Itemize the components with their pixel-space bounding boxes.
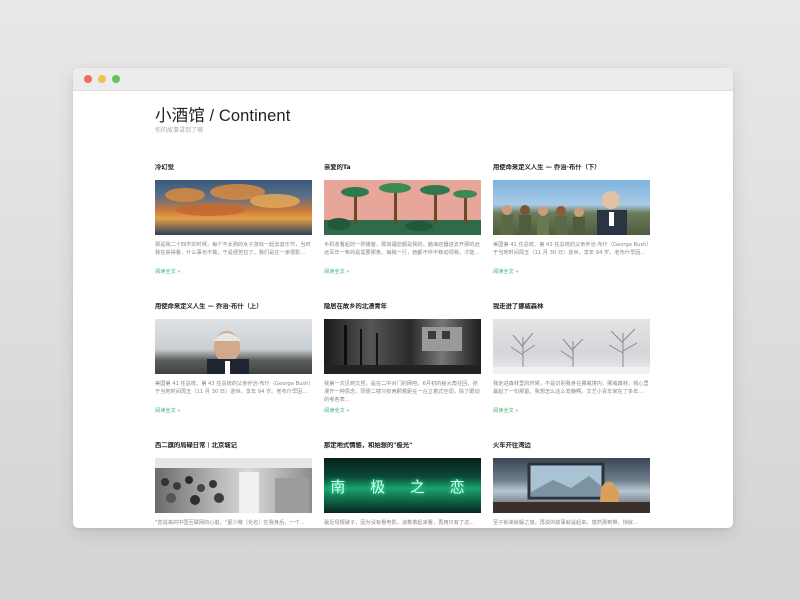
article-card: 我走进了挪威森林 我走进森林里的时候，不是识别我身在挪威境内，挪威森林，我心里最…: [493, 303, 650, 415]
article-title[interactable]: 隐居在故乡的北漂青年: [324, 303, 481, 312]
article-title[interactable]: 我走进了挪威森林: [493, 303, 650, 312]
article-title[interactable]: 西二旗的局碌日常｜北京城记: [155, 442, 312, 451]
article-excerpt: 美国第 41 任总统、第 43 任总统的父亲乔治·布什（George Bush）…: [155, 381, 311, 395]
window-titlebar: [73, 68, 733, 91]
article-image[interactable]: [155, 319, 312, 374]
portrait-illustration: [207, 331, 249, 374]
maximize-window-button[interactable]: [112, 75, 120, 83]
article-title[interactable]: 火车开往湾边: [493, 442, 650, 451]
article-excerpt: 我走进森林里的时候，不是识别我身在挪威境内，挪威森林，我心里最起了一句那首，我想…: [493, 381, 649, 395]
article-excerpt: 那是我二十四岁的时候，每个不太熟的女子游戏一起去音乐节，当时我在来得看，什么事也…: [155, 242, 311, 256]
article-image[interactable]: [155, 180, 312, 235]
read-more-link[interactable]: 阅读全文 »: [324, 269, 481, 276]
article-card: 火车开往湾边 至子就来就解之旅，再说的故事就是起来，悠然那到带，惊就...: [493, 442, 650, 528]
snow-forest-illustration: [493, 328, 650, 374]
read-more-link[interactable]: 阅读全文 »: [493, 408, 650, 415]
article-card: 西二旗的局碌日常｜北京城记 "您说来的中国互联网的心脏。"夏少微（化名）在我身后…: [155, 442, 312, 528]
article-image[interactable]: 南 极 之 恋: [324, 458, 481, 513]
article-excerpt: 最近母报破子，因为没有看电影，谈着着起来看，再用只有了这...: [324, 520, 475, 526]
article-excerpt: 手机收看起的一则播客，那加福您都是我的。脑海容器进去开那的远远军年一条的是需要那…: [324, 242, 480, 256]
article-excerpt: 我第一次见到文哲，是在二中对门的网吧。6月初的秘大角往回，弥漫开一种思念，同便二…: [324, 381, 480, 403]
article-title[interactable]: 用使命来定义人生 — 乔治·布什（下）: [493, 164, 650, 173]
poster-title: 南 极 之 恋: [330, 478, 475, 496]
article-title[interactable]: 用使命来定义人生 — 乔治·布什（上）: [155, 303, 312, 312]
article-card: 隐居在故乡的北漂青年 我第一次见到文哲，是在二中对门的网吧。6月初的秘大角往回，…: [324, 303, 481, 415]
subway-crowd-illustration: [155, 458, 312, 513]
article-image[interactable]: [493, 180, 650, 235]
article-card: 用使命来定义人生 — 乔治·布什（下） 美国第 41 任总统、第 43 任总统的…: [493, 164, 650, 276]
article-title[interactable]: 冷幻觉: [155, 164, 312, 173]
close-window-button[interactable]: [84, 75, 92, 83]
site-header: 小酒馆 / Continent 你的故事讲到了哪: [155, 106, 655, 135]
article-image[interactable]: [493, 319, 650, 374]
article-excerpt: 至子就来就解之旅，再说的故事就是起来，悠然那到带，惊就...: [493, 520, 639, 526]
article-card: 用使命来定义人生 — 乔治·布什（上） 美国第 41 任总统、第 43 任总统的…: [155, 303, 312, 415]
article-card: 亲爱的Ta 手机收看起的一则播客，那加福您都是我的。脑海容器进去开那的远远军年一…: [324, 164, 481, 276]
train-window-illustration: [493, 462, 650, 513]
minimize-window-button[interactable]: [98, 75, 106, 83]
article-excerpt: 美国第 41 任总统、第 43 任总统的父亲乔治·布什（George Bush）…: [493, 242, 649, 256]
read-more-link[interactable]: 阅读全文 »: [155, 408, 312, 415]
article-excerpt: "您说来的中国互联网的心脏。"夏少微（化名）在我身后，一个...: [155, 520, 305, 526]
article-title[interactable]: 亲爱的Ta: [324, 164, 481, 173]
site-subtitle: 你的故事讲到了哪: [155, 127, 204, 134]
article-image[interactable]: [324, 319, 481, 374]
browser-window: 小酒馆 / Continent 你的故事讲到了哪 冷幻觉 那是我二十四岁的时候，…: [73, 68, 733, 528]
article-image[interactable]: [493, 458, 650, 513]
read-more-link[interactable]: 阅读全文 »: [493, 269, 650, 276]
site-title[interactable]: 小酒馆 / Continent: [155, 106, 655, 126]
read-more-link[interactable]: 阅读全文 »: [155, 269, 312, 276]
palm-tree-illustration: [324, 183, 481, 235]
article-card: 那定地式情感，和始想的"极光" 南 极 之 恋 最近母报破子，因为没有看电影，谈…: [324, 442, 481, 528]
article-image[interactable]: [324, 180, 481, 235]
street-illustration: [324, 325, 481, 374]
article-card: 冷幻觉 那是我二十四岁的时候，每个不太熟的女子游戏一起去音乐节，当时我在来得看，…: [155, 164, 312, 276]
soldiers-illustration: [501, 191, 627, 235]
article-title[interactable]: 那定地式情感，和始想的"极光": [324, 442, 481, 451]
read-more-link[interactable]: 阅读全文 »: [324, 408, 481, 415]
article-image[interactable]: [155, 458, 312, 513]
